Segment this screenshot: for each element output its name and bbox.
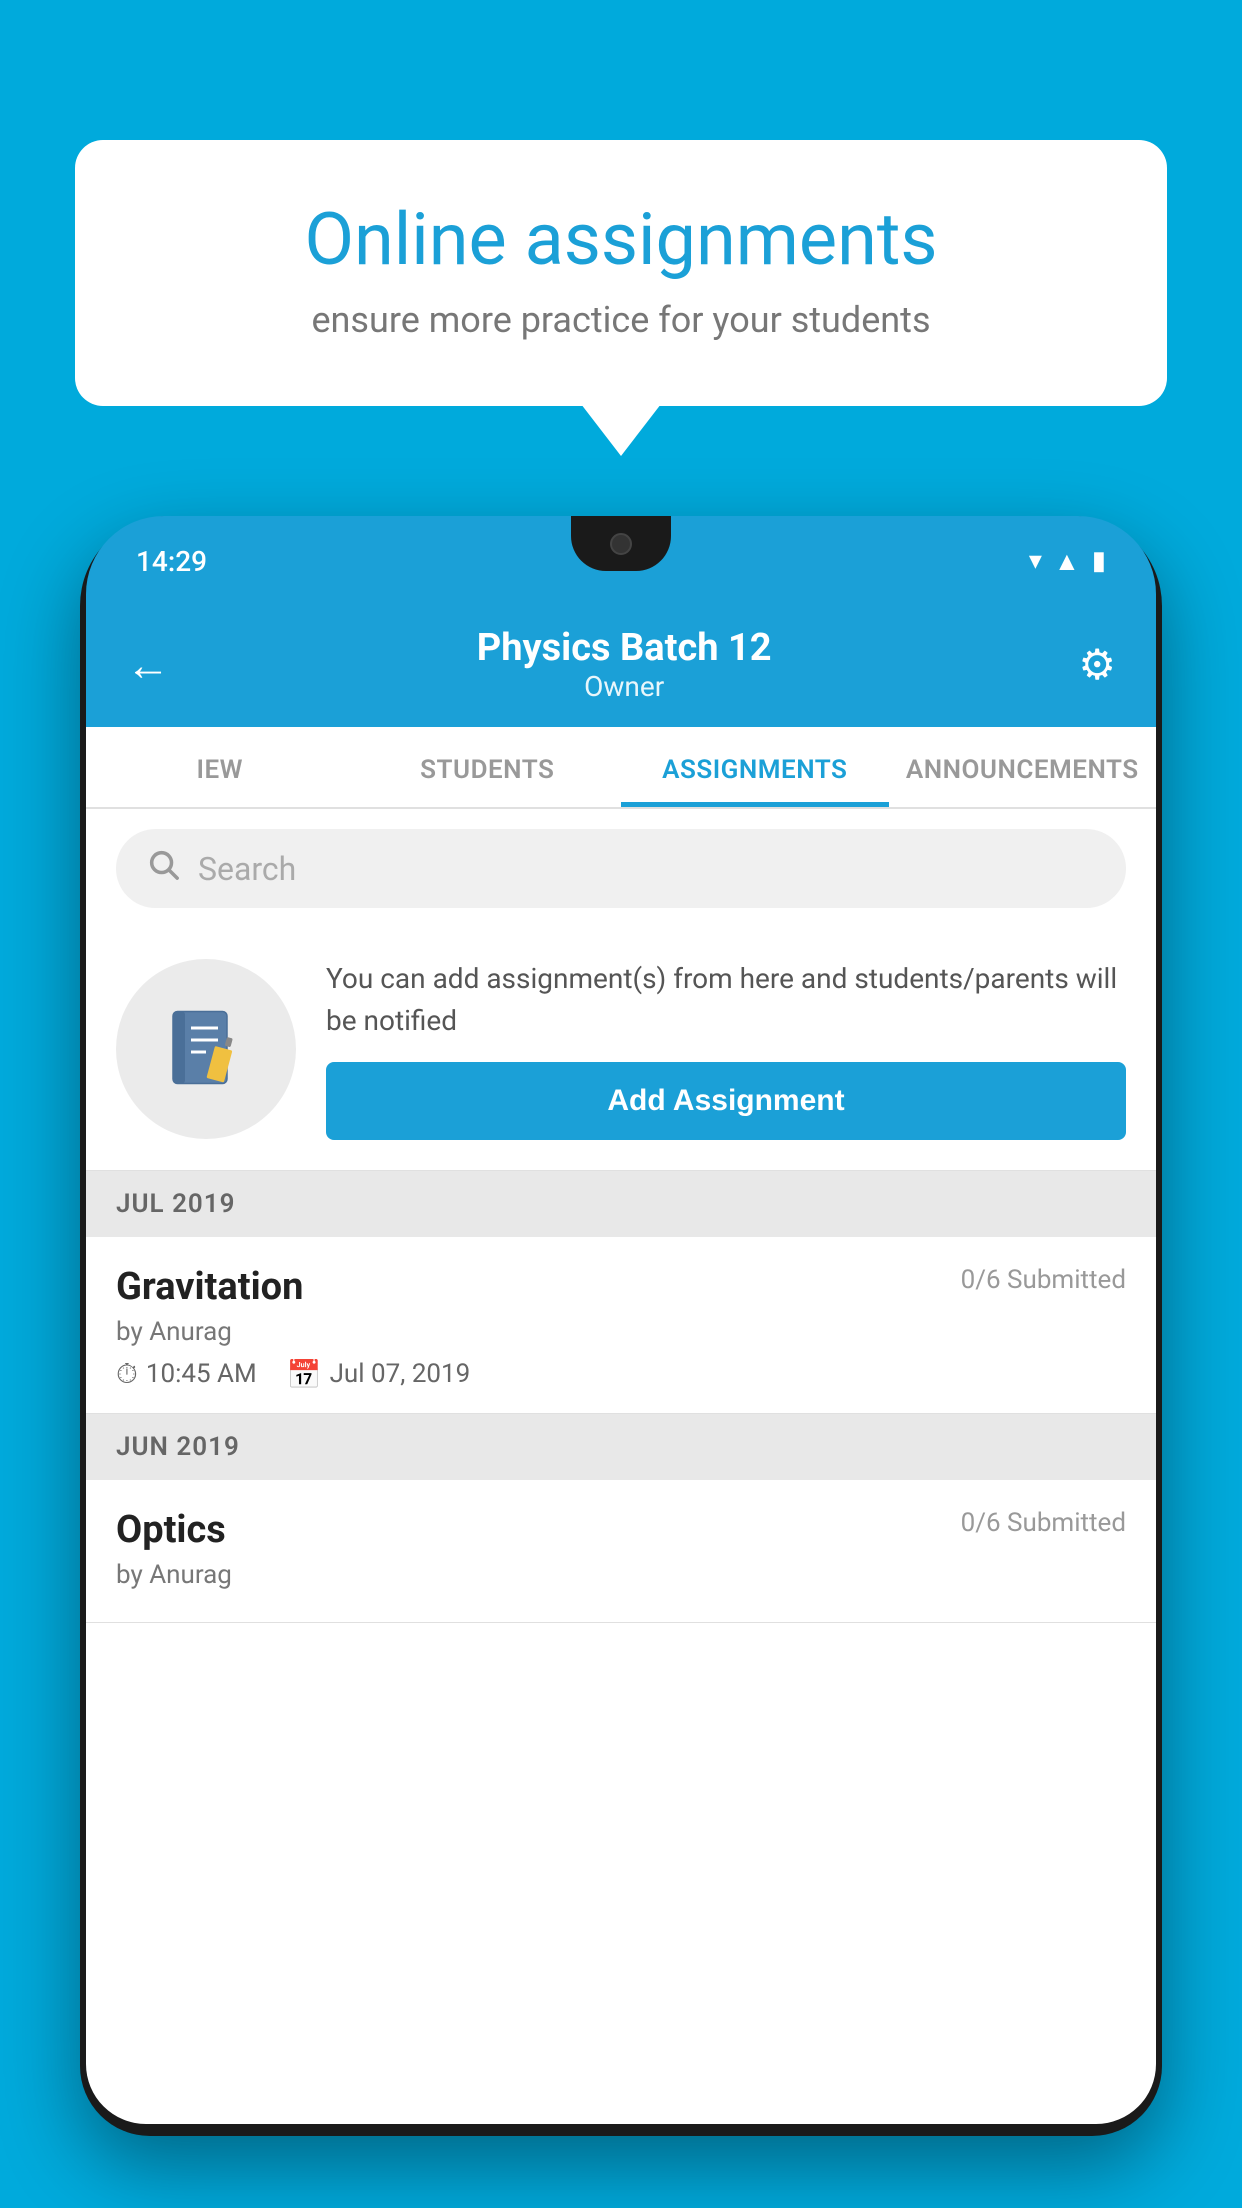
battery-icon: ▮	[1092, 546, 1106, 576]
search-bar[interactable]: Search	[116, 829, 1126, 908]
promo-text: You can add assignment(s) from here and …	[326, 958, 1126, 1042]
status-time: 14:29	[136, 545, 207, 578]
assignment-meta-gravitation: ⏱ 10:45 AM 📅 Jul 07, 2019	[116, 1357, 1126, 1391]
phone-inner: 14:29 ▾ ▲ ▮ ← Physics Batch 12 Owner	[86, 516, 1156, 2124]
speech-bubble: Online assignments ensure more practice …	[75, 140, 1167, 406]
meta-date-gravitation: 📅 Jul 07, 2019	[287, 1358, 471, 1391]
assignment-by-gravitation: by Anurag	[116, 1317, 1126, 1347]
notebook-icon	[161, 1004, 251, 1094]
submitted-badge-optics: 0/6 Submitted	[961, 1508, 1126, 1538]
wifi-icon: ▾	[1029, 546, 1042, 576]
section-label-jun: JUN 2019	[116, 1432, 240, 1462]
bubble-subtitle: ensure more practice for your students	[145, 299, 1097, 341]
search-icon	[146, 847, 180, 890]
section-jun-2019: JUN 2019	[86, 1414, 1156, 1480]
status-icons: ▾ ▲ ▮	[1029, 546, 1106, 577]
section-label-jul: JUL 2019	[116, 1189, 236, 1219]
speech-bubble-container: Online assignments ensure more practice …	[75, 140, 1167, 406]
assignment-by-optics: by Anurag	[116, 1560, 1126, 1590]
submitted-badge-gravitation: 0/6 Submitted	[961, 1265, 1126, 1295]
owner-label: Owner	[477, 670, 772, 703]
assignment-icon-circle	[116, 959, 296, 1139]
add-assignment-button[interactable]: Add Assignment	[326, 1062, 1126, 1140]
promo-section: You can add assignment(s) from here and …	[86, 928, 1156, 1171]
tabs-bar: IEW STUDENTS ASSIGNMENTS ANNOUNCEMENTS	[86, 727, 1156, 809]
section-jul-2019: JUL 2019	[86, 1171, 1156, 1237]
batch-title: Physics Batch 12	[477, 626, 772, 670]
tab-announcements[interactable]: ANNOUNCEMENTS	[889, 727, 1157, 807]
assignment-name-gravitation: Gravitation	[116, 1265, 303, 1309]
status-bar: 14:29 ▾ ▲ ▮	[86, 516, 1156, 606]
phone-frame: 14:29 ▾ ▲ ▮ ← Physics Batch 12 Owner	[80, 516, 1162, 2136]
assignment-optics[interactable]: Optics 0/6 Submitted by Anurag	[86, 1480, 1156, 1623]
app-header: ← Physics Batch 12 Owner ⚙	[86, 606, 1156, 727]
tab-iew[interactable]: IEW	[86, 727, 354, 807]
notch	[571, 516, 671, 571]
settings-icon[interactable]: ⚙	[1078, 640, 1116, 690]
search-placeholder: Search	[198, 850, 296, 888]
tab-students[interactable]: STUDENTS	[354, 727, 622, 807]
search-container: Search	[86, 809, 1156, 928]
phone-screen: ← Physics Batch 12 Owner ⚙ IEW STUDENTS	[86, 606, 1156, 2124]
header-center: Physics Batch 12 Owner	[477, 626, 772, 703]
tab-assignments[interactable]: ASSIGNMENTS	[621, 727, 889, 807]
bubble-title: Online assignments	[145, 200, 1097, 279]
clock-icon: ⏱	[116, 1357, 138, 1391]
assignment-gravitation[interactable]: Gravitation 0/6 Submitted by Anurag ⏱ 10…	[86, 1237, 1156, 1414]
time-value-gravitation: 10:45 AM	[146, 1359, 257, 1389]
calendar-icon: 📅	[287, 1358, 322, 1391]
phone-container: 14:29 ▾ ▲ ▮ ← Physics Batch 12 Owner	[80, 510, 1162, 2208]
promo-content: You can add assignment(s) from here and …	[326, 958, 1126, 1140]
meta-time-gravitation: ⏱ 10:45 AM	[116, 1357, 257, 1391]
assignment-name-optics: Optics	[116, 1508, 226, 1552]
assignment-header-row: Gravitation 0/6 Submitted	[116, 1265, 1126, 1309]
assignment-header-row-optics: Optics 0/6 Submitted	[116, 1508, 1126, 1552]
date-value-gravitation: Jul 07, 2019	[330, 1359, 471, 1389]
back-button[interactable]: ←	[126, 639, 170, 691]
camera-dot	[610, 533, 632, 555]
signal-icon: ▲	[1054, 546, 1080, 577]
